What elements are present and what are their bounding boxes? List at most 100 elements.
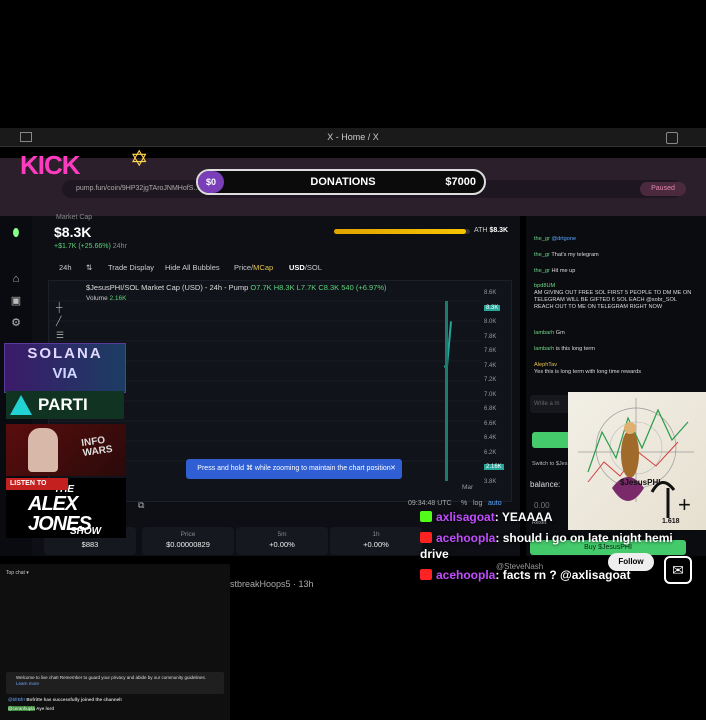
paused-label: Paused: [651, 185, 675, 192]
chat-user[interactable]: lambarh: [534, 346, 554, 352]
y-tick-label: 8.0K: [484, 319, 497, 325]
sacred-geometry-graphic: +: [578, 398, 694, 518]
listen-to-label: LISTEN TO: [6, 478, 68, 490]
volume-title: Volume: [86, 295, 108, 302]
host-portrait: [28, 428, 58, 472]
suggested-user[interactable]: @SteveNash: [496, 562, 543, 571]
crosshair-icon[interactable]: ┼: [56, 300, 74, 314]
kick-logo: KICK: [20, 150, 81, 180]
y-tick-label: 6.6K: [484, 420, 497, 427]
live-icon[interactable]: ▣: [9, 294, 23, 308]
stat-price: Price $0.00000829: [142, 527, 234, 555]
zoom-tooltip: Press and hold ⌘ while zooming to mainta…: [186, 459, 402, 479]
ath-value: $8.3K: [489, 227, 509, 234]
chat-message: the_gr That's my telegram: [534, 252, 694, 259]
messages-icon[interactable]: ✉: [664, 556, 692, 584]
stream-chat-message: axlisagoat: YEAAAA: [420, 510, 553, 524]
ath-label: ATH: [474, 227, 488, 234]
tweet-handle[interactable]: stbreakHoops5 · 13h: [230, 579, 314, 589]
advanced-icon[interactable]: ⚙: [9, 316, 23, 330]
usd-option: USD: [289, 263, 305, 272]
timeframe-select[interactable]: 24h: [59, 263, 72, 272]
welcome-text: Welcome to live chat! Remember to guard …: [16, 675, 207, 680]
yt-chat-message: @ceranhupla Aye lord: [8, 706, 54, 711]
mcap-option: MCap: [253, 263, 274, 272]
chat-user[interactable]: the_gr: [534, 252, 550, 258]
trade-display-toggle[interactable]: Trade Display: [108, 263, 154, 272]
stream-chat-user: acehoopla: [436, 568, 496, 582]
amount-input[interactable]: 0.00: [534, 501, 550, 510]
volume-label: Volume 2.16K: [86, 295, 127, 302]
y-tick-label: 8.3K: [484, 304, 501, 311]
volume-value: 2.16K: [109, 295, 127, 302]
yt-chat-user[interactable]: @ceranhupla: [8, 706, 35, 711]
stat-value: +0.00%: [269, 540, 295, 549]
chat-user[interactable]: bpd8UM: [534, 283, 555, 289]
donations-current: $0: [198, 171, 224, 193]
volume-bar: [445, 301, 448, 481]
auto-toggle[interactable]: auto: [488, 500, 502, 507]
follow-button[interactable]: Follow: [608, 553, 654, 571]
infowars-logo: INFO WARS: [80, 434, 114, 459]
pill-logo-icon[interactable]: ⬮: [9, 226, 23, 240]
trendline-icon[interactable]: ╱: [56, 314, 74, 328]
y-tick-label: 8.6K: [484, 290, 497, 296]
parti-badge: PARTI: [6, 391, 124, 419]
infowars-banner: INFO WARS: [6, 424, 126, 476]
chat-message: AlephTav Yes this is long term with long …: [534, 362, 694, 376]
chat-mention[interactable]: @drtgone: [551, 236, 576, 242]
home-icon[interactable]: ⌂: [9, 272, 23, 286]
share-icon[interactable]: [666, 132, 678, 144]
y-tick-label: 6.4K: [484, 435, 497, 441]
artwork-name: $JesusPHI: [620, 478, 661, 487]
yt-chat-user[interactable]: @bfrBfrr: [8, 697, 25, 702]
chat-user[interactable]: the_gr: [534, 268, 550, 274]
stream-chat-text: YEAAAA: [501, 510, 553, 524]
tooltip-text: Press and hold ⌘ while zooming to mainta…: [197, 465, 391, 472]
chat-user[interactable]: lambarh: [534, 330, 554, 336]
stream-chat-user: acehoopla: [436, 531, 496, 545]
hide-bubbles-toggle[interactable]: Hide All Bubbles: [165, 263, 220, 272]
youtube-icon: [420, 532, 432, 543]
indicator-icon[interactable]: ⇅: [86, 263, 92, 272]
percent-toggle[interactable]: %: [461, 500, 467, 507]
stat-1h: 1h +0.00%: [330, 527, 422, 555]
buy-tab[interactable]: [532, 432, 572, 448]
chat-user[interactable]: AlephTav: [534, 362, 557, 368]
stat-key: 5m: [277, 531, 287, 538]
chat-user[interactable]: the_gr: [534, 236, 550, 242]
chart-title-text: $JesusPHI/SOL Market Cap (USD) - 24h - P…: [86, 283, 249, 292]
chat-text: is this long term: [555, 346, 595, 352]
price-option: Price/: [234, 263, 254, 272]
learn-more-link[interactable]: Learn more: [16, 681, 39, 686]
chart-title: $JesusPHI/SOL Market Cap (USD) - 24h - P…: [86, 283, 387, 292]
top-chat-select[interactable]: Top chat ▾: [6, 570, 29, 576]
y-tick-label: 7.6K: [484, 348, 497, 354]
yt-chat-text: Bofritte has successfully joined the cha…: [26, 697, 122, 702]
stat-key: 1h: [372, 531, 380, 538]
stream-chat-user: axlisagoat: [436, 510, 495, 524]
sidebar-toggle-icon[interactable]: [20, 132, 32, 142]
paused-badge[interactable]: Paused: [640, 182, 686, 196]
y-tick-label: 6.2K: [484, 449, 497, 456]
show-line-3: SHOW: [70, 526, 102, 537]
donations-title: DONATIONS: [310, 176, 376, 188]
switch-currency-button[interactable]: Switch to $Jes: [532, 461, 567, 467]
log-toggle[interactable]: log: [473, 500, 482, 507]
kick-icon: [420, 511, 432, 522]
window-title: X - Home / X: [327, 132, 379, 142]
screenshot-icon[interactable]: ⧉: [138, 500, 144, 511]
currency-toggle[interactable]: USD/SOL: [289, 263, 322, 272]
chat-message: lambarh Gm: [534, 330, 694, 337]
y-tick-label: 7.8K: [484, 333, 497, 340]
x-tick-label: Mar: [462, 484, 474, 491]
x-axis: Mar: [462, 484, 473, 491]
y-tick-label: 2.16K: [484, 464, 504, 470]
market-cap-change: +$1.7K (+25.66%) 24hr: [54, 243, 127, 250]
y-tick-label: 7.2K: [484, 377, 497, 383]
donations-goal: $7000: [445, 176, 476, 188]
fib-icon[interactable]: ☰: [56, 328, 74, 342]
balance-label: balance:: [530, 480, 561, 489]
tooltip-close-button[interactable]: ✕: [390, 459, 396, 479]
price-mcap-toggle[interactable]: Price/MCap: [234, 263, 273, 272]
